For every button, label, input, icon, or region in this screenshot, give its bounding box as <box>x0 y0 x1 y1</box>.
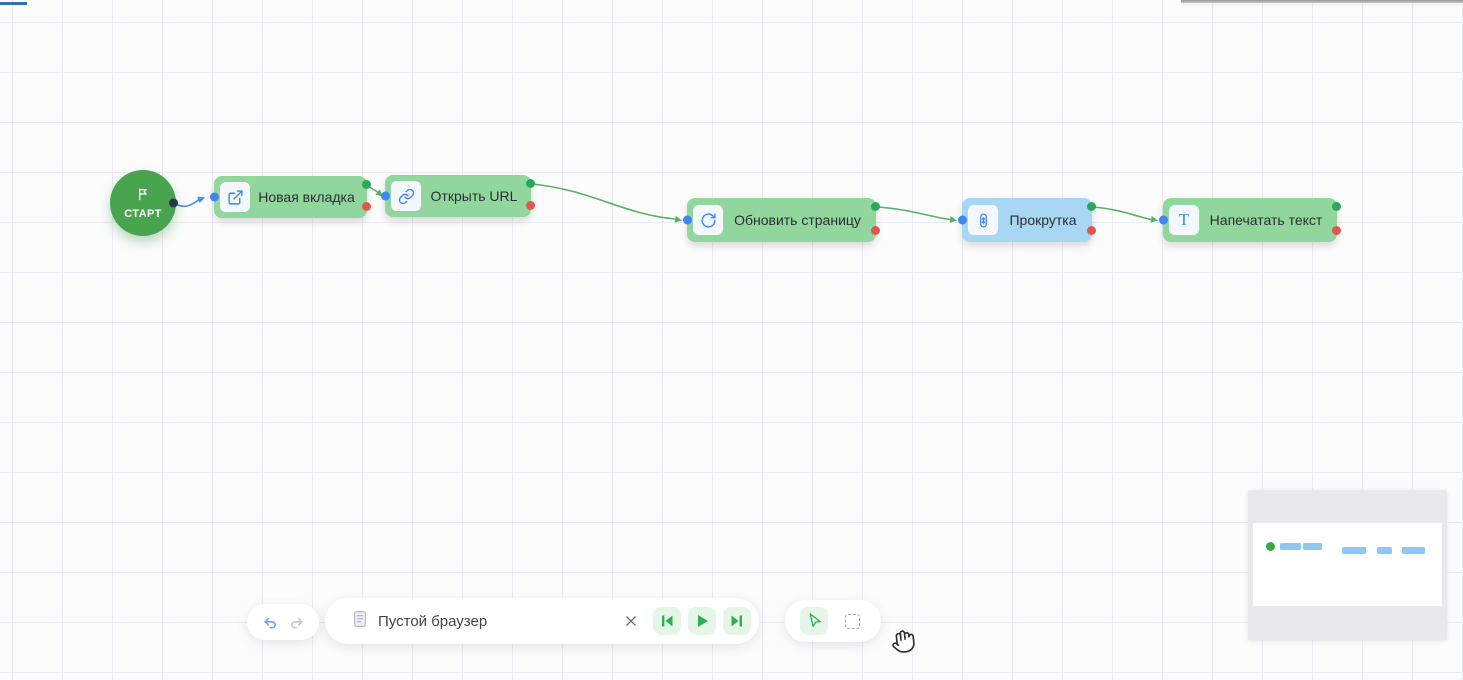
success-port[interactable] <box>1332 202 1341 211</box>
start-output-port[interactable] <box>169 199 178 208</box>
edge-refresh-to-scroll[interactable] <box>877 207 950 220</box>
node-label: Открыть URL <box>421 188 531 204</box>
input-port[interactable] <box>210 193 219 202</box>
top-right-panel-edge <box>1181 0 1463 3</box>
error-port[interactable] <box>1087 226 1096 235</box>
pointer-tool-button[interactable] <box>800 607 828 635</box>
close-button[interactable] <box>621 611 641 631</box>
step-forward-button[interactable] <box>723 607 751 635</box>
node-label: Новая вкладка <box>250 189 367 205</box>
document-icon <box>352 609 368 634</box>
play-icon <box>694 613 710 629</box>
edge-scroll-to-type-text[interactable] <box>1093 207 1151 220</box>
minimap-start-dot <box>1266 542 1275 551</box>
redo-button[interactable] <box>288 614 305 631</box>
link-icon <box>391 181 421 211</box>
history-toolbar <box>247 604 319 640</box>
success-port[interactable] <box>1087 202 1096 211</box>
success-port[interactable] <box>362 180 371 189</box>
node-label: Обновить страницу <box>723 212 876 228</box>
edge-open-url-to-refresh[interactable] <box>532 184 675 219</box>
top-left-accent-bar <box>0 2 27 5</box>
close-icon <box>624 614 638 628</box>
start-node[interactable]: СТАРТ <box>110 170 176 236</box>
edge-arrowhead <box>950 216 958 224</box>
minimap-node-bar <box>1303 543 1322 550</box>
node-label: Прокрутка <box>998 212 1092 228</box>
external-link-icon <box>220 182 250 212</box>
node-refresh-page[interactable]: Обновить страницу <box>687 198 876 242</box>
flow-name-label: Пустой браузер <box>378 613 487 630</box>
error-port[interactable] <box>526 201 535 210</box>
refresh-icon <box>693 205 723 235</box>
input-port[interactable] <box>958 216 967 225</box>
success-port[interactable] <box>871 202 880 211</box>
undo-button[interactable] <box>262 614 279 631</box>
minimap-node-bar <box>1402 547 1425 554</box>
pointer-icon <box>806 613 823 630</box>
node-scroll[interactable]: Прокрутка <box>962 198 1092 242</box>
step-back-button[interactable] <box>653 607 681 635</box>
edge-arrowhead <box>1150 216 1158 224</box>
flow-canvas[interactable]: СТАРТ Новая вкладка Открыть URL <box>0 0 1463 680</box>
minimap-node-bar <box>1280 543 1301 550</box>
edge-arrowhead <box>197 194 206 203</box>
flow-toolbar: Пустой браузер <box>325 598 759 644</box>
type-text-icon: T <box>1169 205 1199 235</box>
minimap-viewport[interactable] <box>1253 523 1442 606</box>
scroll-mouse-icon <box>968 205 998 235</box>
step-forward-icon <box>729 613 745 629</box>
node-label: Напечатать текст <box>1199 212 1337 228</box>
input-port[interactable] <box>683 216 692 225</box>
minimap-node-bar <box>1377 547 1392 554</box>
node-open-url[interactable]: Открыть URL <box>385 175 531 217</box>
success-port[interactable] <box>526 179 535 188</box>
error-port[interactable] <box>362 202 371 211</box>
error-port[interactable] <box>1332 226 1341 235</box>
node-type-text[interactable]: T Напечатать текст <box>1163 198 1337 242</box>
node-new-tab[interactable]: Новая вкладка <box>214 176 367 218</box>
hand-cursor <box>890 628 918 660</box>
redo-icon <box>288 614 305 631</box>
input-port[interactable] <box>381 192 390 201</box>
marquee-select-icon <box>845 614 860 629</box>
minimap[interactable] <box>1248 490 1447 640</box>
edges-layer <box>0 0 1463 680</box>
selection-tools <box>785 600 881 642</box>
marquee-select-button[interactable] <box>838 607 866 635</box>
error-port[interactable] <box>871 226 880 235</box>
play-button[interactable] <box>688 607 716 635</box>
input-port[interactable] <box>1159 216 1168 225</box>
flag-icon <box>136 186 151 207</box>
start-node-label: СТАРТ <box>124 208 162 220</box>
edge-start-to-new-tab[interactable] <box>176 199 200 206</box>
step-back-icon <box>659 613 675 629</box>
undo-icon <box>262 614 279 631</box>
edge-arrowhead <box>674 216 682 224</box>
minimap-node-bar <box>1342 547 1366 554</box>
